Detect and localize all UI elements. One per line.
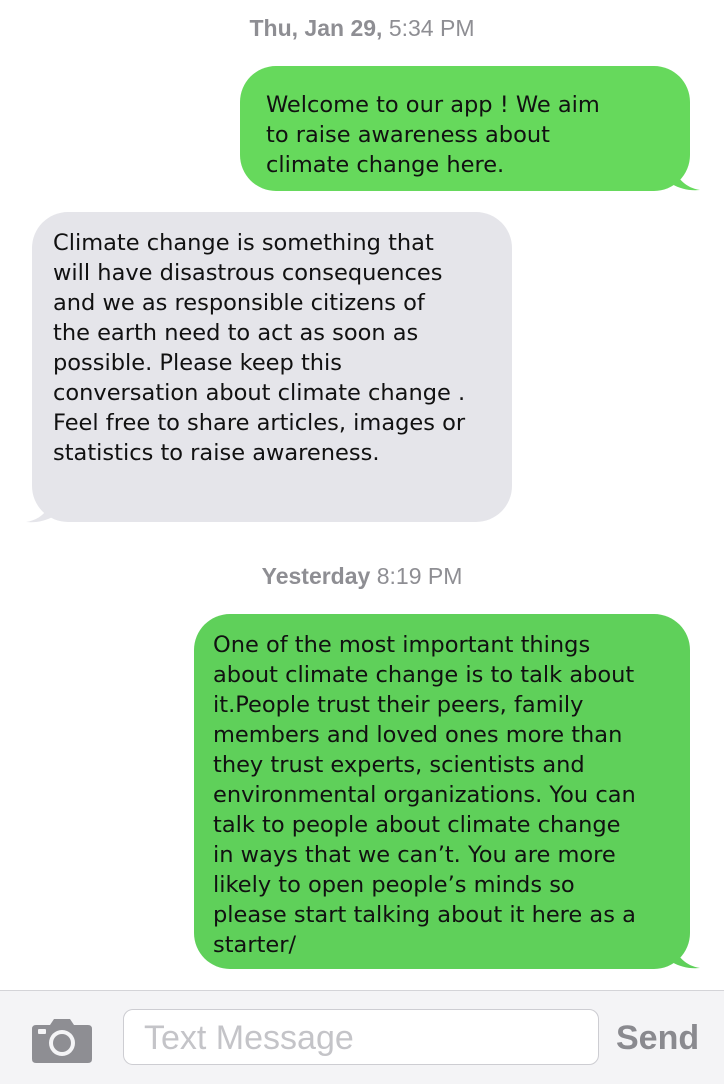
- timestamp-day: Thu, Jan 29,: [249, 15, 383, 41]
- messages-screen: Thu, Jan 29, 5:34 PM Welcome to our app …: [0, 0, 724, 1084]
- timestamp-time: 5:34 PM: [388, 15, 475, 41]
- message-input[interactable]: Text Message: [123, 1009, 599, 1065]
- bubble-tail-icon: [672, 164, 700, 191]
- timestamp-day: Yesterday: [261, 563, 371, 589]
- bubble-tail-icon: [26, 496, 54, 523]
- timestamp: Thu, Jan 29, 5:34 PM: [0, 15, 724, 42]
- outgoing-message-bubble[interactable]: One of the most important things about c…: [194, 614, 690, 969]
- message-composer: Text Message Send: [0, 990, 724, 1084]
- outgoing-message-bubble[interactable]: Welcome to our app ! We aim to raise awa…: [240, 66, 690, 191]
- bubble-tail-icon: [672, 942, 700, 969]
- timestamp: Yesterday 8:19 PM: [0, 563, 724, 590]
- camera-icon[interactable]: [32, 1019, 92, 1063]
- timestamp-time: 8:19 PM: [376, 563, 463, 589]
- send-button[interactable]: Send: [616, 1019, 699, 1058]
- incoming-message-bubble[interactable]: Climate change is something that will ha…: [32, 212, 512, 522]
